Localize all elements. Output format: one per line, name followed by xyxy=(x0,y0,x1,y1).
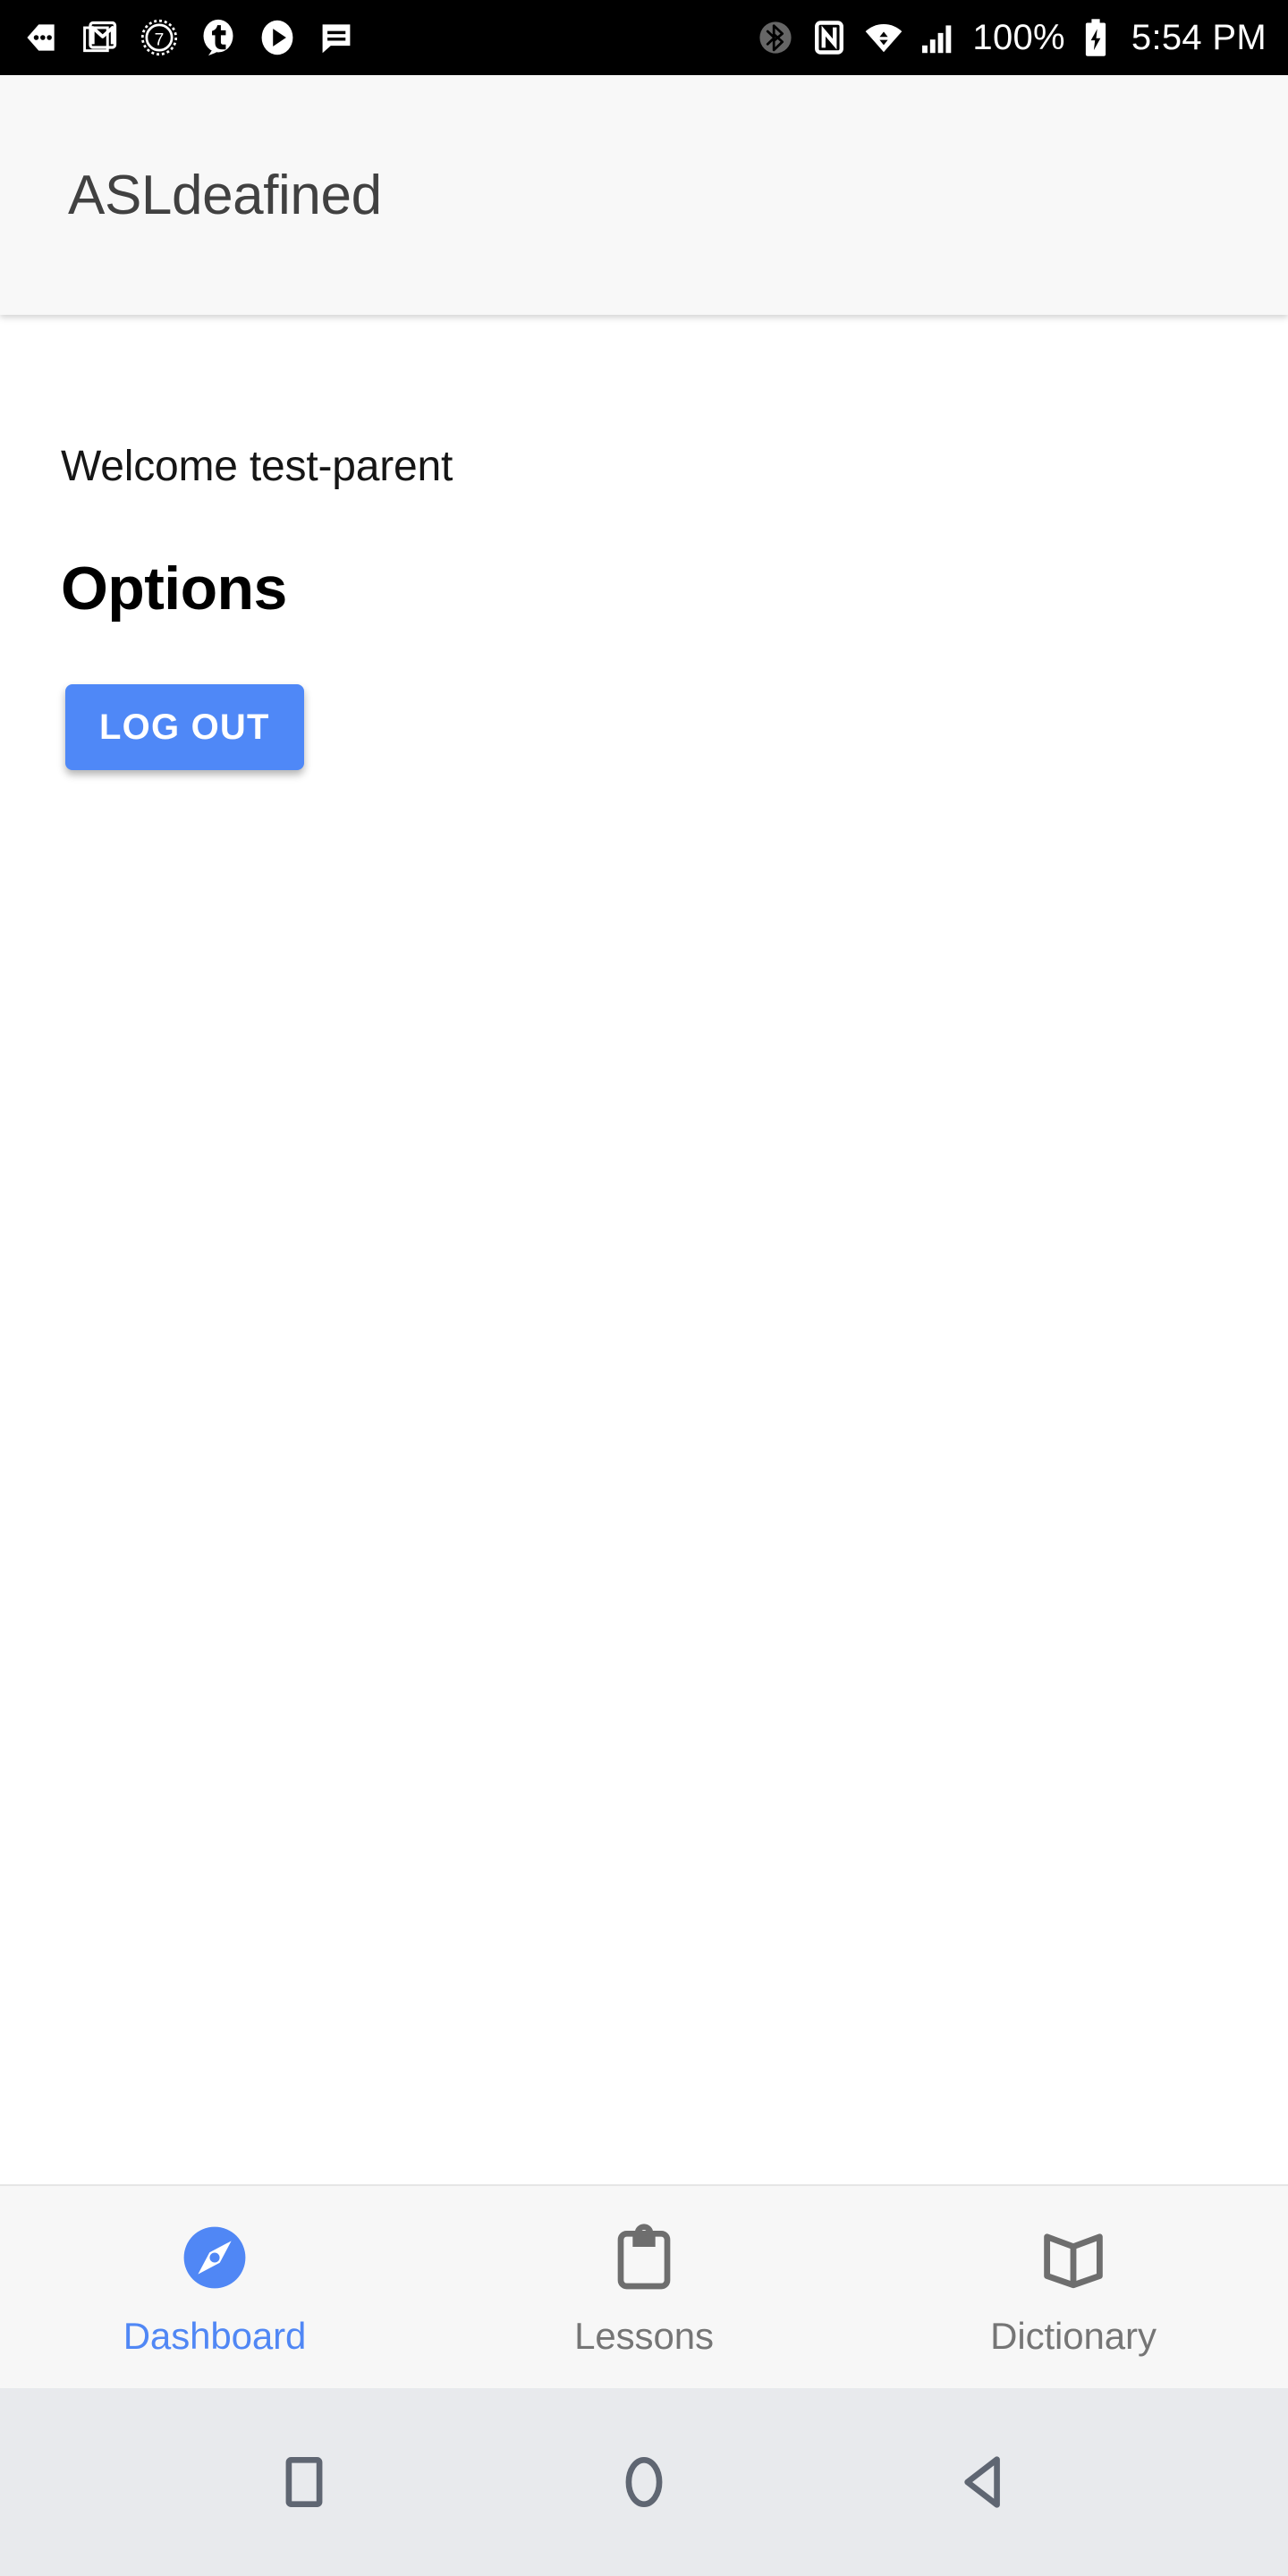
battery-percentage: 100% xyxy=(972,17,1065,57)
circle-icon xyxy=(610,2448,678,2516)
status-bar-system-icons: 100% 5:54 PM xyxy=(756,17,1267,58)
bluetooth-icon xyxy=(756,18,795,57)
nfc-icon xyxy=(809,18,849,57)
recents-button[interactable] xyxy=(233,2411,376,2554)
tab-label-lessons: Lessons xyxy=(574,2315,714,2357)
app-bar: ASLdeafined xyxy=(0,75,1288,315)
tab-dashboard[interactable]: Dashboard xyxy=(0,2186,429,2388)
clipboard-icon xyxy=(608,2216,680,2299)
svg-text:7: 7 xyxy=(155,30,165,49)
tab-label-dictionary: Dictionary xyxy=(990,2315,1157,2357)
triangle-left-icon xyxy=(950,2448,1018,2516)
options-heading: Options xyxy=(61,555,287,623)
gmail-icon xyxy=(80,18,120,57)
phone-screen: 7 100% 5:54 PM ASLdeafined Welcome test-… xyxy=(0,0,1288,2576)
main-content: Welcome test-parent Options LOG OUT xyxy=(0,315,1288,2184)
welcome-message: Welcome test-parent xyxy=(61,443,453,490)
tab-dictionary[interactable]: Dictionary xyxy=(859,2186,1288,2388)
bottom-tab-bar: Dashboard Lessons Dictionary xyxy=(0,2184,1288,2388)
status-bar-clock: 5:54 PM xyxy=(1131,17,1267,57)
compass-icon xyxy=(176,2216,253,2299)
battery-charging-icon xyxy=(1080,17,1112,58)
open-book-icon xyxy=(1037,2216,1110,2299)
square-icon xyxy=(270,2448,338,2516)
cell-signal-icon xyxy=(919,18,958,57)
more-notifications-icon xyxy=(21,18,61,57)
tab-label-dashboard: Dashboard xyxy=(123,2315,307,2357)
home-button[interactable] xyxy=(572,2411,716,2554)
play-icon xyxy=(258,18,297,57)
status-bar-notifications: 7 xyxy=(21,18,356,57)
message-icon xyxy=(317,18,356,57)
log-out-button[interactable]: LOG OUT xyxy=(65,684,304,770)
back-button[interactable] xyxy=(912,2411,1055,2554)
wifi-icon xyxy=(863,17,904,58)
status-bar: 7 100% 5:54 PM xyxy=(0,0,1288,75)
tab-lessons[interactable]: Lessons xyxy=(429,2186,859,2388)
seven-clock-icon: 7 xyxy=(140,18,179,57)
system-navigation-bar xyxy=(0,2388,1288,2576)
app-title: ASLdeafined xyxy=(68,164,382,226)
tumblr-icon xyxy=(199,18,238,57)
